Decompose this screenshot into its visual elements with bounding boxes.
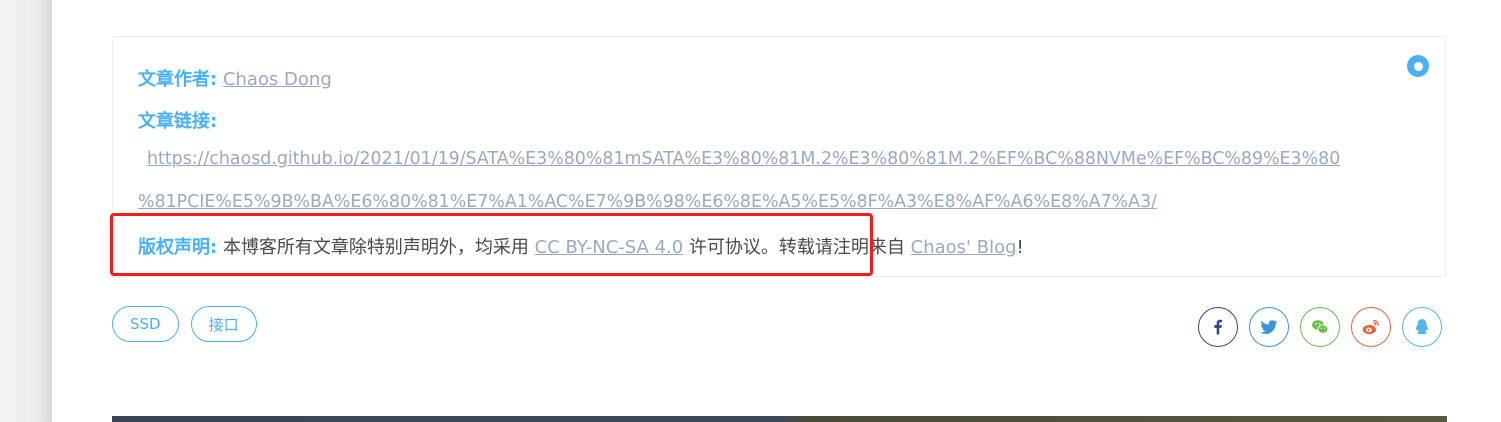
share-facebook-button[interactable] [1198,307,1238,347]
tag-interface[interactable]: 接口 [190,306,257,342]
share-wechat-button[interactable] [1300,307,1340,347]
copyright-circle-icon [1407,55,1429,77]
article-url-link-line2[interactable]: %81PCIE%E5%9B%BA%E6%80%81%E7%A1%AC%E7%9B… [138,192,1157,212]
highlight-annotation-box [110,213,873,276]
twitter-icon [1260,320,1278,334]
copyright-author-label: 文章作者: [138,69,218,90]
article-url-link-line1[interactable]: https://chaosd.github.io/2021/01/19/SATA… [147,149,1340,169]
share-twitter-button[interactable] [1249,307,1289,347]
qq-icon [1415,319,1429,335]
page-left-shadow [0,0,52,422]
wechat-icon [1312,320,1329,334]
author-link[interactable]: Chaos Dong [223,69,332,90]
blog-link[interactable]: Chaos' Blog [911,237,1017,258]
share-qq-button[interactable] [1402,307,1442,347]
next-post-cover-image[interactable] [112,416,1447,422]
copyright-author-row: 文章作者: Chaos Dong [138,65,332,91]
weibo-icon [1362,320,1379,335]
post-content-area: 文章作者: Chaos Dong 文章链接: https://chaosd.gi… [52,0,1501,422]
post-tags: SSD 接口 [112,306,257,342]
copyright-link-row: 文章链接: [138,107,217,133]
copyright-link-label: 文章链接: [138,111,218,132]
facebook-icon [1214,319,1222,335]
share-weibo-button[interactable] [1351,307,1391,347]
tag-ssd[interactable]: SSD [112,306,179,342]
social-share [1198,307,1442,347]
license-text-after: ! [1016,237,1024,258]
